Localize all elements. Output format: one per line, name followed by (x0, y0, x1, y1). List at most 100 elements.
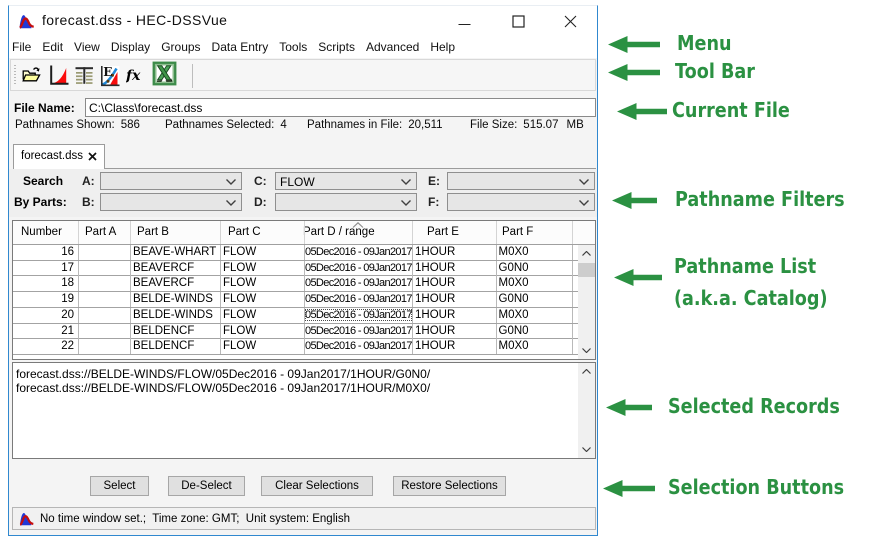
cell[interactable]: BEAVE-WHART (133, 246, 220, 258)
cell[interactable]: 19 (13, 293, 74, 305)
tabulate-icon[interactable] (75, 66, 94, 85)
table-header: Number Part A Part B Part C Part D / ran… (13, 221, 595, 245)
table-row[interactable]: 17 BEAVERCF FLOW 05Dec2016 - 09Jan2017 1HOUR… (13, 260, 579, 277)
plot-icon[interactable] (49, 64, 70, 86)
menu-groups[interactable]: Groups (156, 40, 206, 54)
close-button[interactable] (550, 6, 590, 36)
col-number[interactable]: Number (21, 226, 62, 238)
cell[interactable]: 05Dec2016 - 09Jan2017 (305, 325, 412, 337)
cell[interactable]: 05Dec2016 - 09Jan2017 (305, 308, 412, 321)
menu-tools[interactable]: Tools (274, 40, 313, 54)
cell[interactable]: 1HOUR (415, 246, 496, 258)
cell[interactable]: FLOW (223, 325, 304, 337)
menu-file[interactable]: File (9, 40, 37, 54)
select-button[interactable]: Select (90, 476, 149, 496)
cell[interactable]: M0X0 (499, 340, 579, 352)
status-text: No time window set.; Time zone: GMT; Uni… (40, 513, 350, 525)
cell[interactable]: 17 (13, 262, 74, 274)
selected-record[interactable]: forecast.dss://BELDE-WINDS/FLOW/05Dec201… (16, 367, 430, 381)
filter-b-combo[interactable] (100, 193, 242, 211)
table-row[interactable]: 16 BEAVE-WHART FLOW 05Dec2016 - 09Jan2017 1H… (13, 245, 578, 261)
cell[interactable]: 22 (13, 340, 74, 352)
cell[interactable]: 21 (13, 325, 74, 337)
cell[interactable]: M0X0 (499, 309, 579, 321)
cell[interactable]: BEAVERCF (133, 277, 220, 289)
menu-edit[interactable]: Edit (37, 40, 69, 54)
restore-selections-button[interactable]: Restore Selections (393, 476, 506, 496)
maximize-button[interactable] (498, 6, 538, 36)
col-part-f[interactable]: Part F (502, 226, 533, 238)
filter-d-combo[interactable] (275, 193, 417, 211)
edit-plot-icon[interactable]: E (100, 65, 120, 87)
cell[interactable]: 18 (13, 277, 74, 289)
cell[interactable]: BELDENCF (133, 340, 220, 352)
filter-a-combo[interactable] (100, 172, 242, 190)
cell[interactable]: FLOW (223, 277, 304, 289)
cell[interactable]: BEAVERCF (133, 262, 220, 274)
scroll-up-button[interactable] (578, 245, 595, 262)
selected-record[interactable]: forecast.dss://BELDE-WINDS/FLOW/05Dec201… (16, 381, 430, 395)
table-row[interactable]: 18 BEAVERCF FLOW 05Dec2016 - 09Jan2017 1HOUR… (13, 276, 579, 293)
table-row[interactable]: 20 BELDE-WINDS FLOW 05Dec2016 - 09Jan2017 1H… (13, 307, 579, 324)
cell[interactable]: 1HOUR (415, 309, 496, 321)
tab-forecast-dss[interactable]: forecast.dss (13, 144, 105, 169)
menu-scripts[interactable]: Scripts (313, 40, 361, 54)
col-part-c[interactable]: Part C (228, 226, 261, 238)
filter-c-combo[interactable]: FLOW (275, 172, 417, 190)
excel-icon[interactable] (152, 61, 177, 86)
scroll-down-button[interactable] (578, 342, 595, 359)
cell[interactable]: FLOW (223, 293, 304, 305)
menu-advanced[interactable]: Advanced (360, 40, 424, 54)
menu-view[interactable]: View (69, 40, 106, 54)
table-row[interactable]: 21 BELDENCF FLOW 05Dec2016 - 09Jan2017 1HOUR… (13, 323, 579, 340)
cell[interactable]: 1HOUR (415, 340, 496, 352)
scrollbar-thumb[interactable] (578, 263, 595, 277)
cell[interactable]: 1HOUR (415, 293, 496, 305)
filter-f-combo[interactable] (447, 193, 595, 211)
cell[interactable]: 05Dec2016 - 09Jan2017 (305, 277, 412, 289)
menu-data-entry[interactable]: Data Entry (206, 40, 274, 54)
cell[interactable]: BELDENCF (133, 325, 220, 337)
screenshot: forecast.dss - HEC-DSSVue File Edit View… (0, 0, 883, 544)
table-row[interactable]: 22 BELDENCF FLOW 05Dec2016 - 09Jan2017 1HOUR… (13, 339, 579, 356)
cell[interactable]: 05Dec2016 - 09Jan2017 (305, 293, 412, 305)
table-row[interactable]: 19 BELDE-WINDS FLOW 05Dec2016 - 09Jan2017 1H… (13, 292, 578, 308)
cell[interactable]: FLOW (223, 340, 304, 352)
math-functions-icon[interactable]: fx (126, 67, 146, 84)
file-name-input[interactable]: C:\Class\forecast.dss (85, 98, 596, 117)
selected-vertical-scrollbar[interactable] (578, 363, 595, 458)
cell[interactable]: 16 (13, 246, 74, 258)
cell[interactable]: 20 (13, 309, 74, 321)
scroll-down-button[interactable] (578, 441, 595, 458)
cell[interactable]: M0X0 (499, 277, 579, 289)
cell[interactable]: 1HOUR (415, 325, 496, 337)
cell[interactable]: FLOW (223, 309, 304, 321)
open-file-icon[interactable] (22, 66, 41, 84)
cell[interactable]: 05Dec2016 - 09Jan2017 (305, 246, 412, 258)
cell[interactable]: G0N0 (499, 262, 579, 274)
cell[interactable]: BELDE-WINDS (133, 309, 220, 321)
menu-help[interactable]: Help (425, 40, 461, 54)
minimize-button[interactable] (444, 6, 484, 36)
clear-selections-button[interactable]: Clear Selections (261, 476, 373, 496)
tab-close-icon[interactable] (88, 152, 97, 161)
cell[interactable]: 1HOUR (415, 262, 496, 274)
cell[interactable]: 1HOUR (415, 277, 496, 289)
cell[interactable]: 05Dec2016 - 09Jan2017 (305, 262, 412, 274)
de-select-button[interactable]: De-Select (168, 476, 245, 496)
table-vertical-scrollbar[interactable] (578, 245, 595, 359)
toolbar-grip[interactable] (14, 65, 17, 86)
cell[interactable]: FLOW (223, 246, 304, 258)
cell[interactable]: BELDE-WINDS (133, 293, 220, 305)
cell[interactable]: M0X0 (499, 246, 579, 258)
col-part-e[interactable]: Part E (427, 226, 459, 238)
filter-e-combo[interactable] (447, 172, 595, 190)
col-part-b[interactable]: Part B (137, 226, 169, 238)
cell[interactable]: FLOW (223, 262, 304, 274)
menu-display[interactable]: Display (105, 40, 155, 54)
col-part-a[interactable]: Part A (85, 226, 116, 238)
scroll-up-button[interactable] (578, 363, 595, 380)
cell[interactable]: G0N0 (499, 325, 579, 337)
cell[interactable]: 05Dec2016 - 09Jan2017 (305, 340, 412, 352)
cell[interactable]: G0N0 (499, 293, 579, 305)
